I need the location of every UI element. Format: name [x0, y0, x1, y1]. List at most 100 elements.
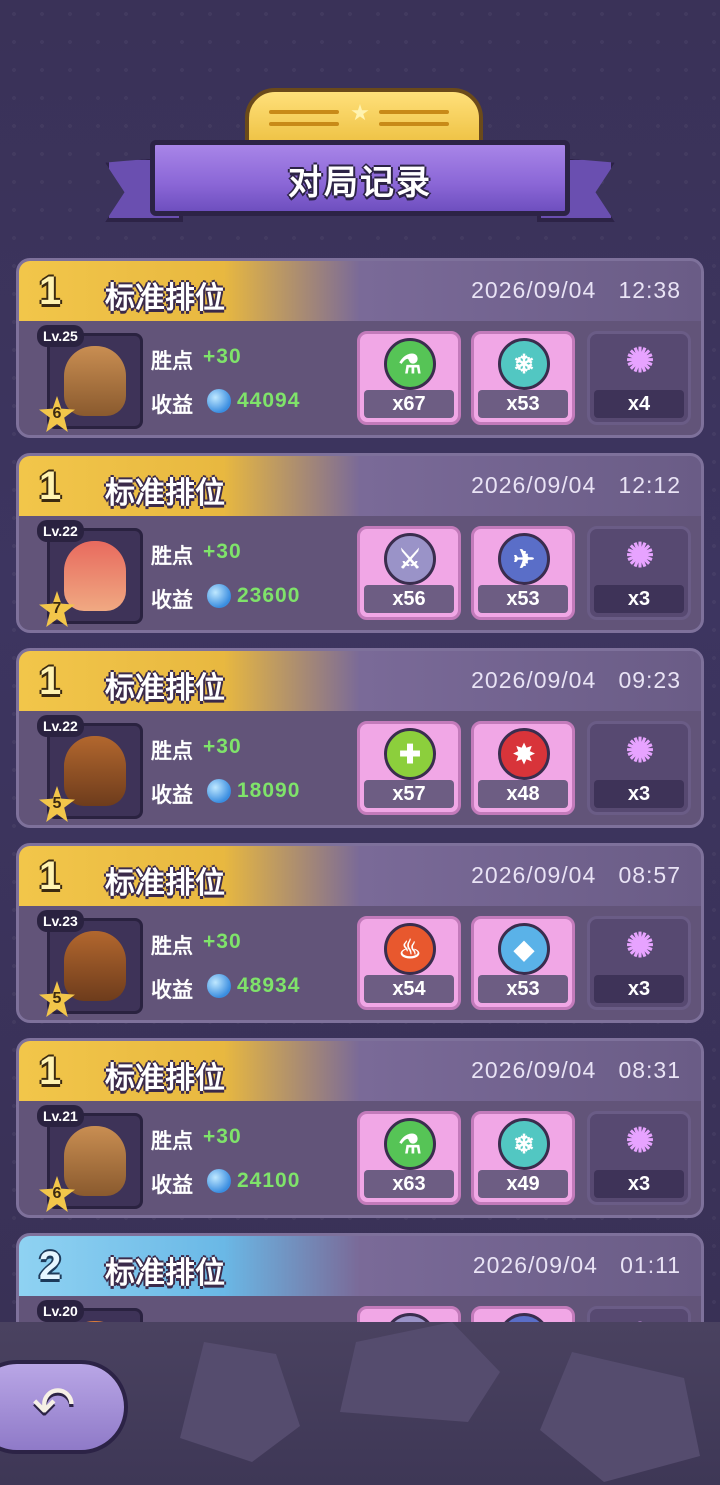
- win-points-value: +30: [203, 1125, 242, 1148]
- gem-icon: [207, 974, 231, 998]
- earnings-label: 收益: [151, 394, 193, 417]
- game-mode: 标准排位: [105, 1062, 225, 1095]
- game-mode: 标准排位: [105, 282, 225, 315]
- water-drop-icon: ◆: [498, 923, 550, 975]
- item-slot[interactable]: ✺ x3: [587, 916, 691, 1010]
- item-slot[interactable]: ♨ x54: [357, 916, 461, 1010]
- win-points-label: 胜点: [151, 935, 193, 958]
- item-count: x3: [594, 975, 684, 1003]
- item-count: x53: [478, 975, 568, 1003]
- card-header: 1 标准排位 2026/09/04 12:12: [19, 456, 701, 516]
- item-count: x49: [478, 1170, 568, 1198]
- card-header: 1 标准排位 2026/09/04 12:38: [19, 261, 701, 321]
- earnings-value: 48934: [237, 974, 301, 997]
- spirit-icon: ✺: [625, 1122, 655, 1160]
- rank-number: 1: [39, 269, 62, 313]
- earnings-value: 18090: [237, 779, 301, 802]
- earnings-label: 收益: [151, 784, 193, 807]
- item-slot[interactable]: ❄ x53: [471, 331, 575, 425]
- item-slot[interactable]: ✺ x4: [587, 331, 691, 425]
- item-slot[interactable]: ✈ x53: [471, 526, 575, 620]
- item-slot[interactable]: ⚗ x63: [357, 1111, 461, 1205]
- item-count: x63: [364, 1170, 454, 1198]
- item-count: x3: [594, 1170, 684, 1198]
- match-date: 2026/09/04: [471, 862, 597, 888]
- item-slot[interactable]: ❄ x49: [471, 1111, 575, 1205]
- match-datetime: 2026/09/04 01:11: [473, 1252, 681, 1279]
- item-slot[interactable]: ⚗ x67: [357, 331, 461, 425]
- match-time: 12:38: [618, 277, 681, 303]
- card-header: 1 标准排位 2026/09/04 08:57: [19, 846, 701, 906]
- snowflake-icon: ❄: [498, 338, 550, 390]
- earnings-value: 23600: [237, 584, 301, 607]
- game-mode: 标准排位: [105, 672, 225, 705]
- item-icon: [498, 1313, 550, 1322]
- match-date: 2026/09/04: [472, 1252, 598, 1278]
- match-date: 2026/09/04: [471, 277, 597, 303]
- match-time: 12:12: [618, 472, 681, 498]
- item-slot[interactable]: [357, 1306, 461, 1322]
- win-points-value: +30: [203, 930, 242, 953]
- item-icon: [384, 1313, 436, 1322]
- item-slot[interactable]: ✺ x3: [587, 721, 691, 815]
- boot-icon: ✈: [498, 533, 550, 585]
- item-count: x56: [364, 585, 454, 613]
- level-badge: Lv.22: [37, 520, 84, 542]
- earnings-label: 收益: [151, 1174, 193, 1197]
- match-record-card[interactable]: 1 标准排位 2026/09/04 08:31 Lv.21 6 胜点 +30 收…: [16, 1038, 704, 1218]
- gem-icon: [207, 779, 231, 803]
- item-count: x3: [594, 780, 684, 808]
- spirit-icon: ✺: [625, 732, 655, 770]
- item-slot[interactable]: ✺ x3: [587, 1111, 691, 1205]
- spirit-icon: ✺: [625, 537, 655, 575]
- item-count: x67: [364, 390, 454, 418]
- item-count: x57: [364, 780, 454, 808]
- match-date: 2026/09/04: [471, 472, 597, 498]
- match-datetime: 2026/09/04 08:57: [471, 862, 681, 889]
- item-slot[interactable]: [471, 1306, 575, 1322]
- level-badge: Lv.22: [37, 715, 84, 737]
- gem-icon: [207, 389, 231, 413]
- match-time: 08:31: [618, 1057, 681, 1083]
- earnings-label: 收益: [151, 589, 193, 612]
- win-points-value: +30: [203, 345, 242, 368]
- match-record-card[interactable]: 2 标准排位 2026/09/04 01:11 Lv.20 ✺: [16, 1233, 704, 1322]
- match-datetime: 2026/09/04 12:12: [471, 472, 681, 499]
- win-points-label: 胜点: [151, 740, 193, 763]
- item-slot[interactable]: ✚ x57: [357, 721, 461, 815]
- gem-icon: [207, 1169, 231, 1193]
- potion-icon: ⚗: [384, 338, 436, 390]
- earnings-label: 收益: [151, 979, 193, 1002]
- win-points-label: 胜点: [151, 1130, 193, 1153]
- page-title: 对局记录: [288, 164, 432, 202]
- item-slot[interactable]: ✸ x48: [471, 721, 575, 815]
- item-slot[interactable]: ⚔ x56: [357, 526, 461, 620]
- item-slot[interactable]: ✺ x3: [587, 526, 691, 620]
- match-record-card[interactable]: 1 标准排位 2026/09/04 09:23 Lv.22 5 胜点 +30 收…: [16, 648, 704, 828]
- level-badge: Lv.23: [37, 910, 84, 932]
- item-slot[interactable]: ◆ x53: [471, 916, 575, 1010]
- match-record-card[interactable]: 1 标准排位 2026/09/04 12:38 Lv.25 6 胜点 +30 收…: [16, 258, 704, 438]
- gem-icon: [207, 584, 231, 608]
- level-badge: Lv.21: [37, 1105, 84, 1127]
- earnings-value: 44094: [237, 389, 301, 412]
- heal-cross-icon: ✚: [384, 728, 436, 780]
- win-points-value: +30: [203, 540, 242, 563]
- match-record-card[interactable]: 1 标准排位 2026/09/04 12:12 Lv.22 7 胜点 +30 收…: [16, 453, 704, 633]
- match-datetime: 2026/09/04 12:38: [471, 277, 681, 304]
- item-count: x53: [478, 585, 568, 613]
- spirit-icon: ✺: [625, 342, 655, 380]
- match-datetime: 2026/09/04 08:31: [471, 1057, 681, 1084]
- title-ribbon: 对局记录: [150, 140, 570, 216]
- card-header: 2 标准排位 2026/09/04 01:11: [19, 1236, 701, 1296]
- game-mode: 标准排位: [105, 477, 225, 510]
- rank-number: 1: [39, 1049, 62, 1093]
- item-slot[interactable]: ✺: [587, 1306, 691, 1322]
- match-record-card[interactable]: 1 标准排位 2026/09/04 08:57 Lv.23 5 胜点 +30 收…: [16, 843, 704, 1023]
- match-record-list[interactable]: 1 标准排位 2026/09/04 12:38 Lv.25 6 胜点 +30 收…: [0, 258, 720, 1322]
- item-count: x4: [594, 390, 684, 418]
- item-count: x54: [364, 975, 454, 1003]
- rank-number: 2: [39, 1244, 62, 1288]
- back-button[interactable]: ↶: [0, 1360, 128, 1454]
- game-mode: 标准排位: [105, 867, 225, 900]
